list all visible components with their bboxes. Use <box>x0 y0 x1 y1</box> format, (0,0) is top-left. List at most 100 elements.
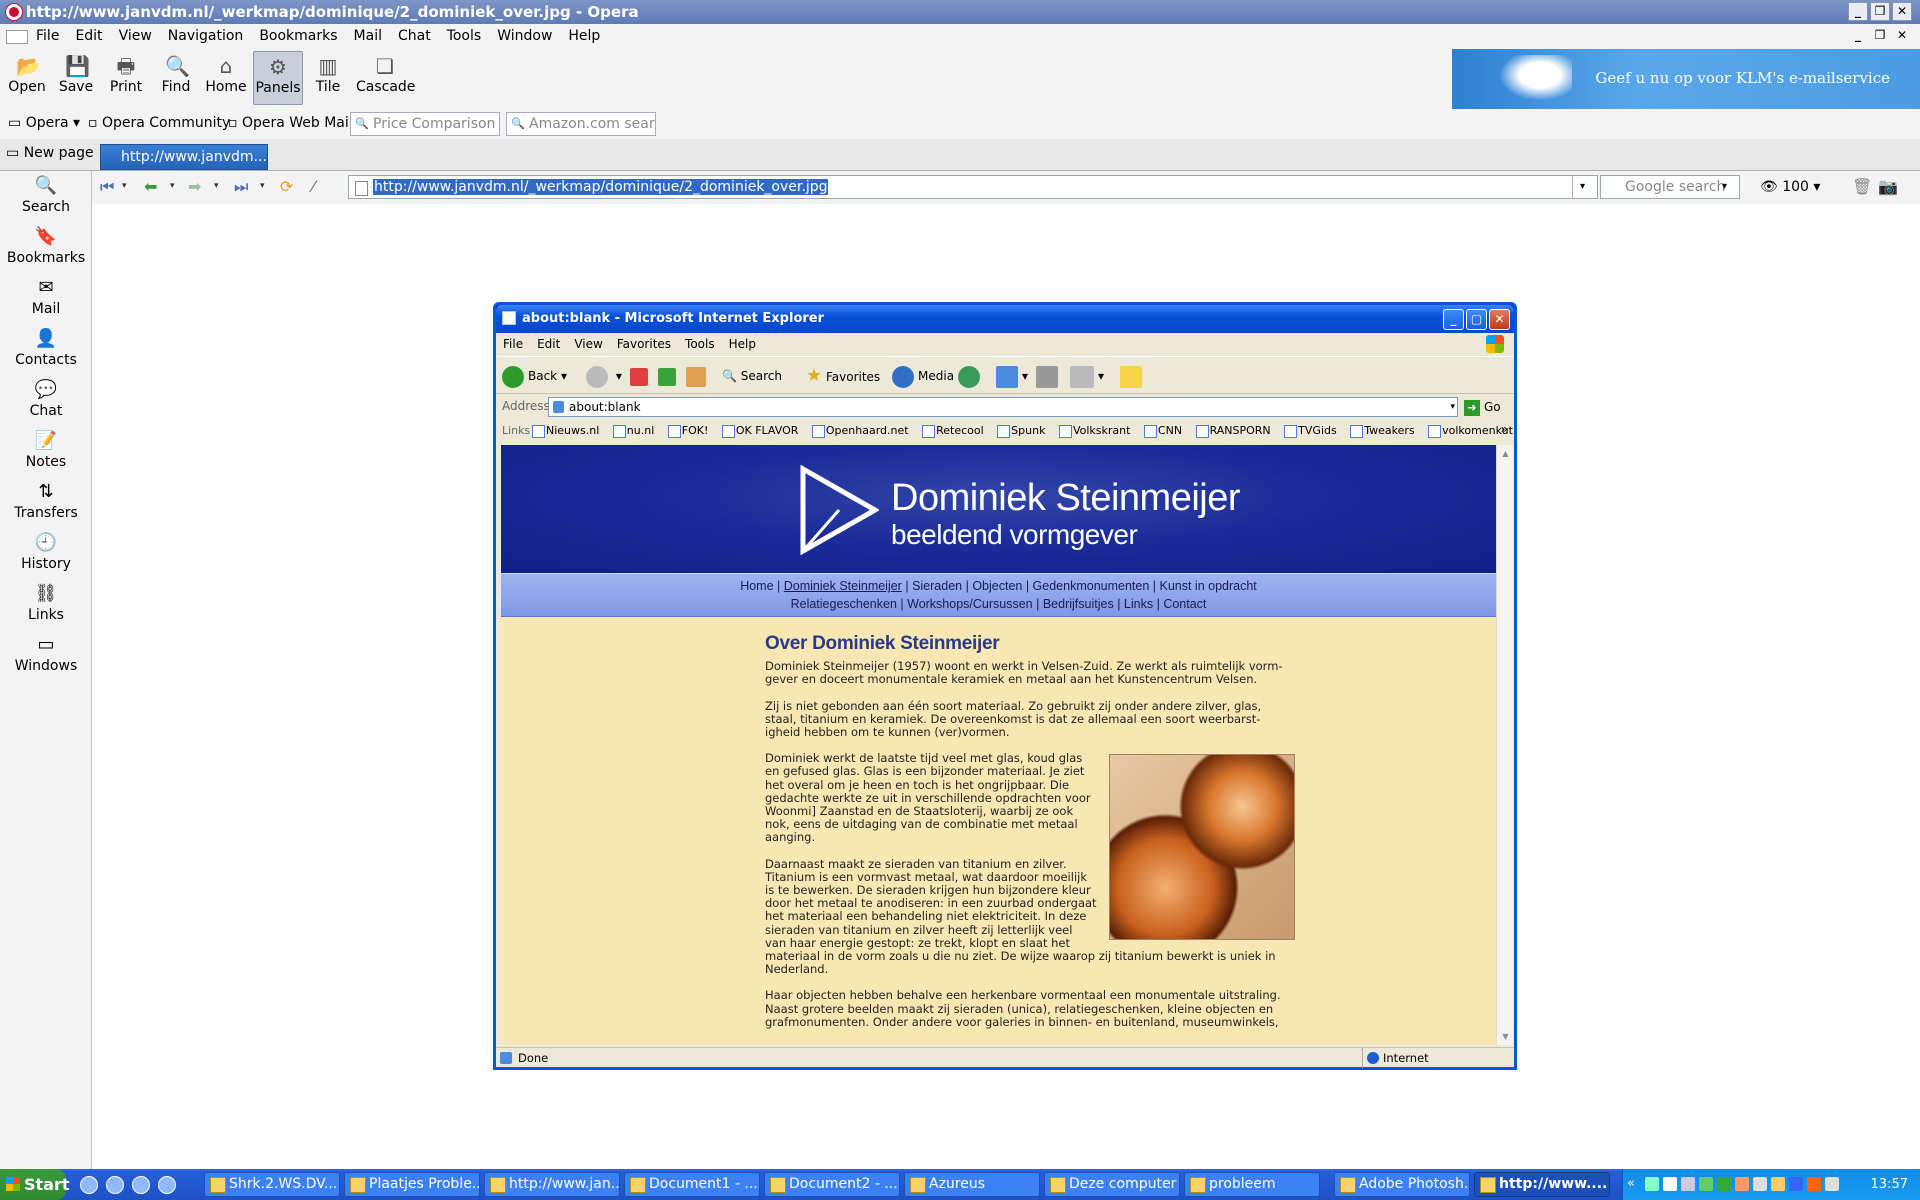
forward-dropdown[interactable]: ▾ <box>214 181 219 191</box>
fast-forward-button[interactable]: ⏭ <box>234 177 248 197</box>
tray-antivirus-icon[interactable] <box>1807 1177 1821 1191</box>
menu-edit[interactable]: Edit <box>67 24 110 49</box>
back-dropdown[interactable]: ▾ <box>170 181 175 191</box>
link-ransporn[interactable]: RANSPORN <box>1196 424 1271 437</box>
panel-history[interactable]: 🕘 History <box>0 532 92 572</box>
panel-notes[interactable]: 📝 Notes <box>0 430 92 470</box>
link-retecool[interactable]: Retecool <box>922 424 984 437</box>
link-nu[interactable]: nu.nl <box>613 424 654 437</box>
panel-contacts[interactable]: 👤 Contacts <box>0 328 92 368</box>
panel-mail[interactable]: ✉ Mail <box>0 277 92 317</box>
tray-green-icon[interactable] <box>1717 1177 1731 1191</box>
task-shrk[interactable]: Shrk.2.WS.DV... <box>204 1172 340 1197</box>
menu-navigation[interactable]: Navigation <box>160 24 252 49</box>
tray-volume-icon[interactable] <box>1753 1177 1767 1191</box>
link-tweakers[interactable]: Tweakers <box>1350 424 1414 437</box>
trash-icon[interactable]: 🗑 <box>1852 177 1872 196</box>
ie-forward-button[interactable]: ▾ <box>586 365 622 388</box>
quicklaunch-media-icon[interactable] <box>158 1176 176 1194</box>
ie-print-button[interactable] <box>1036 365 1062 388</box>
panel-windows[interactable]: ▭ Windows <box>0 634 92 674</box>
ie-stop-button[interactable] <box>630 365 652 387</box>
ie-edit-button[interactable]: ▾ <box>1070 365 1104 388</box>
nav-sieraden[interactable]: Sieraden <box>912 579 962 593</box>
rewind-button[interactable]: ⏮ <box>100 177 114 197</box>
panels-button[interactable]: ⚙ Panels <box>253 51 303 105</box>
home-button[interactable]: ⌂ Home <box>201 51 251 105</box>
open-button[interactable]: 📂 Open <box>2 51 52 105</box>
menu-bookmarks[interactable]: Bookmarks <box>251 24 345 49</box>
ie-close-button[interactable]: ✕ <box>1489 309 1510 330</box>
klm-banner-ad[interactable]: Geef u nu op voor KLM's e-mailservice <box>1452 49 1920 109</box>
menu-help[interactable]: Help <box>560 24 608 49</box>
new-page-button[interactable]: ▭ New page <box>6 145 94 161</box>
ie-favorites-button[interactable]: ★ Favorites <box>806 365 880 388</box>
ie-menu-view[interactable]: View <box>567 333 609 355</box>
menu-mail[interactable]: Mail <box>346 24 390 49</box>
doc-restore-button[interactable]: ❐ <box>1870 27 1890 46</box>
doc-minimize-button[interactable]: _ <box>1848 27 1868 46</box>
link-openhaard[interactable]: Openhaard.net <box>812 424 909 437</box>
ie-menu-edit[interactable]: Edit <box>530 333 567 355</box>
active-tab[interactable]: http://www.janvdm.... <box>100 144 268 170</box>
back-button[interactable]: ⬅ <box>144 177 157 196</box>
ie-address-dropdown[interactable]: ▾ <box>1450 398 1455 416</box>
panel-bookmarks[interactable]: 🔖 Bookmarks <box>0 226 92 266</box>
task-probleem[interactable]: probleem <box>1184 1172 1320 1197</box>
tray-app-icon[interactable] <box>1681 1177 1695 1191</box>
edit-wand-icon[interactable]: ⁄ <box>312 177 315 196</box>
link-fok[interactable]: FOK! <box>668 424 709 437</box>
nav-objecten[interactable]: Objecten <box>972 579 1022 593</box>
ie-vertical-scrollbar[interactable]: ▲ ▼ <box>1496 445 1513 1045</box>
close-button[interactable]: ✕ <box>1892 2 1912 21</box>
nav-kunst-in-opdracht[interactable]: Kunst in opdracht <box>1160 579 1257 593</box>
ie-menu-tools[interactable]: Tools <box>678 333 722 355</box>
price-comparison-search-input[interactable]: Price Comparison se <box>350 112 500 136</box>
link-tvgids[interactable]: TVGids <box>1284 424 1337 437</box>
task-http-ie[interactable]: http://www.jan... <box>484 1172 620 1197</box>
opera-community-link[interactable]: ▫ Opera Community <box>88 115 230 131</box>
link-ok-flavor[interactable]: OK FLAVOR <box>722 424 799 437</box>
opera-web-mail-link[interactable]: ▫ Opera Web Mail <box>228 115 353 131</box>
ie-refresh-button[interactable] <box>658 365 680 387</box>
panel-search[interactable]: 🔍 Search <box>0 175 92 215</box>
tile-button[interactable]: ▥ Tile <box>303 51 353 105</box>
tray-shield-icon[interactable] <box>1771 1177 1785 1191</box>
ie-history-button[interactable] <box>958 365 984 388</box>
ie-menu-file[interactable]: File <box>496 333 530 355</box>
ie-messenger-button[interactable] <box>1120 365 1146 388</box>
ie-search-button[interactable]: 🔍 Search <box>722 365 782 387</box>
links-overflow-chevron-icon[interactable]: » <box>1501 422 1508 436</box>
nav-bedrijfsuitjes[interactable]: Bedrijfsuitjes <box>1043 597 1114 611</box>
start-button[interactable]: Start <box>0 1169 70 1200</box>
opera-menu-button[interactable]: ▭ Opera ▾ <box>8 115 80 131</box>
nav-dominiek-steinmeijer[interactable]: Dominiek Steinmeijer <box>784 579 902 593</box>
reload-icon[interactable]: ⟳ <box>280 177 293 196</box>
tray-font-icon[interactable] <box>1663 1177 1677 1191</box>
task-photoshop[interactable]: Adobe Photosh... <box>1334 1172 1470 1197</box>
nav-links[interactable]: Links <box>1124 597 1153 611</box>
doc-close-button[interactable]: ✕ <box>1892 27 1912 46</box>
ie-back-button[interactable]: Back ▾ <box>502 365 567 388</box>
quicklaunch-desktop-icon[interactable] <box>80 1176 98 1194</box>
ie-maximize-button[interactable]: ▢ <box>1466 309 1487 330</box>
print-button[interactable]: 🖶 Print <box>101 51 151 105</box>
menu-window[interactable]: Window <box>489 24 560 49</box>
tray-bluetooth-icon[interactable] <box>1789 1177 1803 1191</box>
amazon-search-input[interactable]: Amazon.com search <box>506 112 656 136</box>
link-volkskrant[interactable]: Volkskrant <box>1059 424 1130 437</box>
restore-button[interactable]: ❐ <box>1870 2 1890 21</box>
menu-chat[interactable]: Chat <box>390 24 439 49</box>
link-nieuws[interactable]: Nieuws.nl <box>532 424 599 437</box>
link-spunk[interactable]: Spunk <box>997 424 1045 437</box>
nav-workshops[interactable]: Workshops/Cursussen <box>907 597 1033 611</box>
zoom-control[interactable]: 👁 100 ▾ <box>1760 175 1820 199</box>
ie-menu-help[interactable]: Help <box>722 333 763 355</box>
panel-transfers[interactable]: ⇅ Transfers <box>0 481 92 521</box>
url-dropdown[interactable]: ▾ <box>1572 176 1592 198</box>
task-document1[interactable]: Document1 - ... <box>624 1172 760 1197</box>
ie-address-input[interactable]: about:blank ▾ <box>548 397 1458 417</box>
panel-links[interactable]: ⛓ Links <box>0 583 92 623</box>
find-button[interactable]: 🔍 Find <box>151 51 201 105</box>
menu-view[interactable]: View <box>111 24 160 49</box>
